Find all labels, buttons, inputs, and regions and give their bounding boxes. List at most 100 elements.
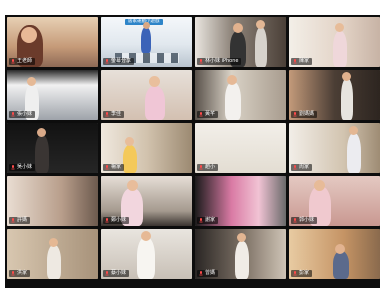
participant-figure <box>141 27 151 53</box>
participant-head <box>141 231 151 241</box>
participant-name-tag: 洪家 <box>9 270 31 277</box>
participant-name-tag: 許媽 <box>9 217 31 224</box>
participant-head <box>314 180 325 191</box>
participant-head <box>125 137 134 146</box>
participant-name-tag: 楊家 <box>103 164 125 171</box>
participant-figure <box>123 145 137 173</box>
participant-head <box>349 126 358 135</box>
participant-name-tag: 蔡小妹 <box>103 270 130 277</box>
mic-muted-icon <box>293 271 297 276</box>
mic-muted-icon <box>11 218 15 223</box>
participant-name-tag: 曾媽 <box>197 270 219 277</box>
participant-name-tag: 鄭小妹 <box>103 217 130 224</box>
participant-head <box>37 128 46 137</box>
mic-muted-icon <box>293 218 297 223</box>
participant-name-tag: 王老師 <box>9 58 36 65</box>
mic-muted-icon <box>293 112 297 117</box>
participant-tile[interactable]: 許媽 <box>7 176 98 226</box>
participant-name: 謝家 <box>205 217 216 223</box>
participant-figure <box>347 133 361 173</box>
participant-tile[interactable]: 彭家 <box>289 229 380 279</box>
participant-head <box>335 23 344 32</box>
participant-tile[interactable]: 趙小 <box>195 123 286 173</box>
participant-tile[interactable]: 張小妹 <box>7 70 98 120</box>
participant-name: 王老師 <box>17 58 33 64</box>
participant-name-tag: 劉媽媽 <box>291 111 318 118</box>
participant-figure <box>225 82 241 120</box>
participant-figure <box>255 27 267 67</box>
mic-muted-icon <box>199 218 203 223</box>
participant-name: 曾媽 <box>205 270 216 276</box>
participant-name-tag: 李佳 <box>103 111 125 118</box>
participant-head <box>143 22 150 29</box>
participant-name: 劉媽媽 <box>299 111 315 117</box>
participant-tile[interactable]: 吳小妹 <box>7 123 98 173</box>
participant-name: 蔡小妹 <box>111 270 127 276</box>
participant-figure <box>333 31 347 67</box>
participant-figure <box>235 241 249 279</box>
mic-muted-icon <box>105 112 109 117</box>
participant-name: 林小妹 iPhone <box>205 58 239 64</box>
participant-name: 陳家 <box>299 58 310 64</box>
participant-name: 螢幕分享 <box>111 58 132 64</box>
mic-muted-icon <box>199 59 203 64</box>
participant-tile[interactable]: 鄭小妹 <box>101 176 192 226</box>
mic-muted-icon <box>11 165 15 170</box>
participant-head <box>227 75 237 85</box>
participant-name-tag: 黃芊 <box>197 111 219 118</box>
participant-name: 吳小妹 <box>17 164 33 170</box>
participant-name-tag: 張小妹 <box>9 111 36 118</box>
participant-name-tag: 謝家 <box>197 217 219 224</box>
participant-name-tag: 陳家 <box>291 58 313 65</box>
mic-muted-icon <box>105 165 109 170</box>
participant-tile[interactable]: 郭小妹 <box>289 176 380 226</box>
video-conference-gallery: 王老師 居家運動小遊戲螢幕分享林小妹 iPhone 陳家張小妹 李佳 黃芊 劉媽媽吳小妹 楊… <box>5 15 380 288</box>
participant-head <box>49 238 58 247</box>
participant-name-tag: 林小妹 iPhone <box>197 58 242 65</box>
participant-tile[interactable]: 謝家 <box>195 176 286 226</box>
participant-tile[interactable]: 居家運動小遊戲螢幕分享 <box>101 17 192 67</box>
participant-head <box>342 72 351 81</box>
mic-muted-icon <box>11 112 15 117</box>
participant-name: 楊家 <box>111 164 122 170</box>
participant-tile[interactable]: 王老師 <box>7 17 98 67</box>
participant-tile[interactable]: 陳家 <box>289 17 380 67</box>
participant-head <box>27 77 36 86</box>
mic-muted-icon <box>105 59 109 64</box>
participant-name-tag: 郭小妹 <box>291 217 318 224</box>
participant-head <box>233 23 243 33</box>
participant-tile[interactable]: 楊家 <box>101 123 192 173</box>
participant-head <box>256 20 265 29</box>
participant-head <box>335 244 345 254</box>
participant-tile[interactable]: 林小妹 iPhone <box>195 17 286 67</box>
participant-name-tag: 周家 <box>291 164 313 171</box>
participant-tile[interactable]: 蔡小妹 <box>101 229 192 279</box>
participant-name-tag: 吳小妹 <box>9 164 36 171</box>
participant-tile[interactable]: 曾媽 <box>195 229 286 279</box>
participant-name: 周家 <box>299 164 310 170</box>
participant-head <box>237 233 246 242</box>
participant-name: 洪家 <box>17 270 28 276</box>
participant-figure <box>35 135 49 173</box>
participant-tile[interactable]: 黃芊 <box>195 70 286 120</box>
mic-muted-icon <box>293 165 297 170</box>
participant-figure <box>137 237 155 279</box>
participant-head <box>149 76 160 87</box>
participant-name-tag: 趙小 <box>197 164 219 171</box>
participant-tile[interactable]: 李佳 <box>101 70 192 120</box>
participant-tile[interactable]: 周家 <box>289 123 380 173</box>
participant-tile[interactable]: 劉媽媽 <box>289 70 380 120</box>
participant-tile[interactable]: 洪家 <box>7 229 98 279</box>
mic-muted-icon <box>11 271 15 276</box>
participant-name-tag: 螢幕分享 <box>103 58 135 65</box>
mic-muted-icon <box>11 59 15 64</box>
participant-name: 趙小 <box>205 164 216 170</box>
participant-head <box>21 27 37 43</box>
mic-muted-icon <box>105 218 109 223</box>
participant-name: 許媽 <box>17 217 28 223</box>
mic-muted-icon <box>293 59 297 64</box>
participant-figure <box>333 251 349 279</box>
participant-name: 彭家 <box>299 270 310 276</box>
participant-name-tag: 彭家 <box>291 270 313 277</box>
participant-name: 黃芊 <box>205 111 216 117</box>
